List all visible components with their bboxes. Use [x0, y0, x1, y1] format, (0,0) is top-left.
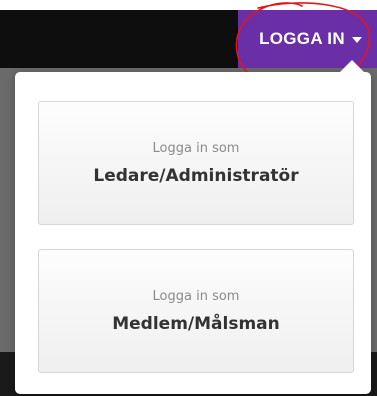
top-strip: [0, 0, 377, 10]
option-role: Medlem/Målsman: [112, 313, 280, 334]
dropdown-arrow: [340, 60, 364, 72]
login-as-leader-button[interactable]: Logga in som Ledare/Administratör: [38, 101, 354, 225]
option-prefix: Logga in som: [152, 288, 240, 304]
login-as-member-button[interactable]: Logga in som Medlem/Målsman: [38, 249, 354, 373]
option-prefix: Logga in som: [152, 140, 240, 156]
option-role: Ledare/Administratör: [93, 165, 299, 186]
login-button-label: LOGGA IN: [259, 29, 345, 48]
caret-down-icon: [351, 37, 362, 43]
